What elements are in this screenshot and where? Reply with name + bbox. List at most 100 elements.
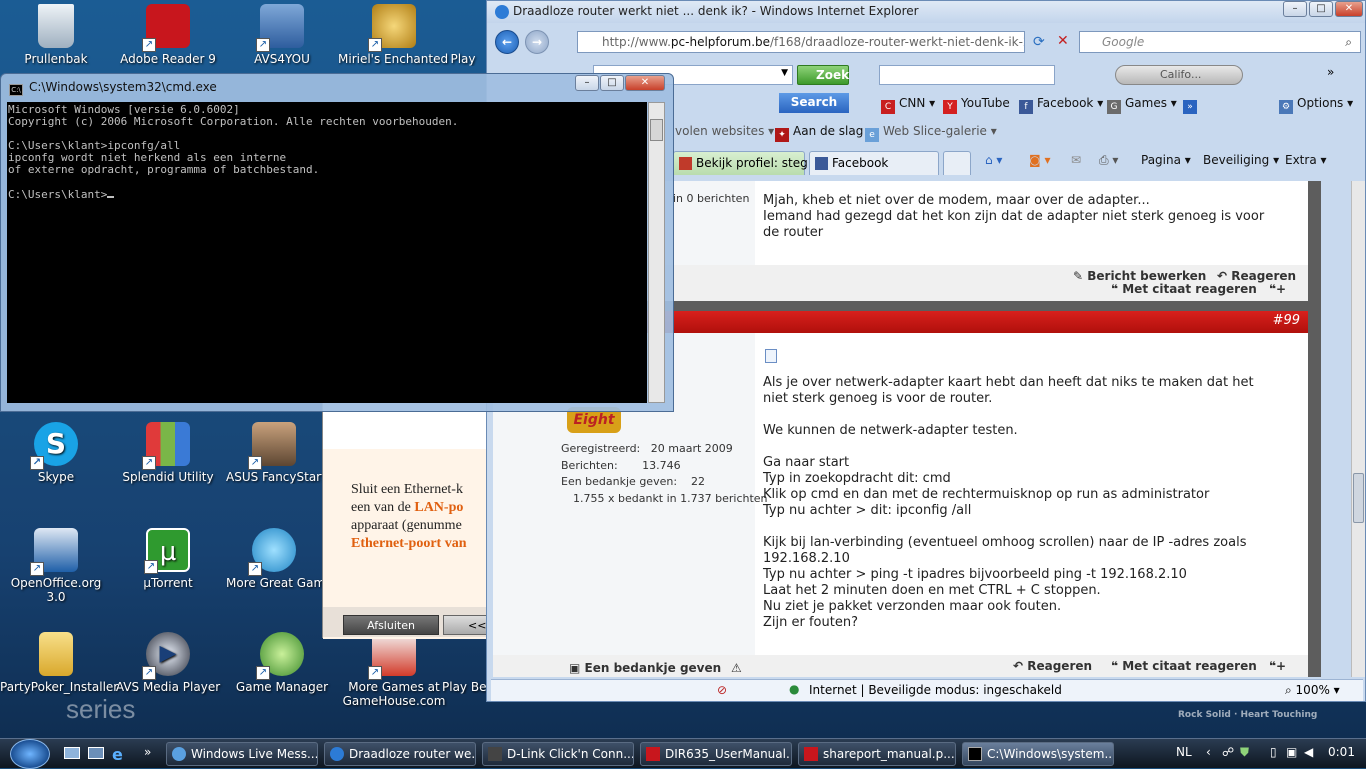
cmd-scrollbar[interactable] — [648, 102, 665, 403]
start-button[interactable] — [10, 739, 50, 769]
desktop-icon-skype[interactable]: S ↗ Skype — [0, 422, 112, 484]
page-menu[interactable]: Pagina ▾ — [1141, 153, 1191, 167]
display-icon[interactable]: ▣ — [1286, 745, 1297, 759]
cmd-icon — [968, 747, 982, 761]
show-desktop-icon[interactable] — [64, 747, 80, 759]
new-tab-button[interactable] — [943, 151, 971, 175]
desktop-icon-gamehouse[interactable]: ↗ More Games at GameHouse.com — [338, 632, 450, 710]
fav-web-slice[interactable]: e Web Slice-galerie ▾ — [865, 124, 997, 142]
fav-aan-de-slag[interactable]: ✦ Aan de slag — [775, 124, 863, 142]
post-99-userinfo: Geregistreerd: 20 maart 2009 Berichten: … — [561, 442, 768, 505]
search-icon[interactable]: ⌕ — [1345, 32, 1352, 52]
skype-icon: S ↗ — [30, 422, 78, 470]
language-indicator[interactable]: NL — [1176, 745, 1192, 759]
page-scrollbar[interactable] — [1351, 181, 1365, 677]
shield-tray-icon[interactable]: ⛊ — [1240, 745, 1249, 760]
taskbar-ie[interactable]: Draadloze router we... — [324, 742, 476, 766]
desktop-icon-game-manager[interactable]: ↗ Game Manager — [226, 632, 338, 694]
tab-profile[interactable]: Bekijk profiel: steg... — [673, 151, 819, 175]
folder-icon — [39, 632, 73, 676]
mail-icon[interactable]: ✉ — [1071, 153, 1081, 167]
ie-quicklaunch-icon[interactable]: e — [112, 745, 123, 764]
minimize-button[interactable]: – — [1283, 1, 1307, 17]
rss-icon[interactable]: ◙ ▾ — [1029, 153, 1050, 167]
clock[interactable]: 0:01 — [1328, 745, 1355, 759]
tools-menu[interactable]: Extra ▾ — [1285, 153, 1327, 167]
fancystart-icon: ↗ — [248, 422, 296, 470]
security-menu[interactable]: Beveiliging ▾ — [1203, 153, 1279, 167]
edit-post-button[interactable]: ✎ Bericht bewerken — [1073, 269, 1206, 283]
desktop-icon-more-great-games[interactable]: ↗ More Great Games — [226, 528, 322, 590]
taskbar-cmd[interactable]: C:\Windows\system... — [962, 742, 1114, 766]
report-icon[interactable]: ⚠ — [731, 661, 742, 675]
adobe-reader-icon: ↗ — [142, 4, 190, 52]
fav-suggested-sites[interactable]: volen websites ▾ — [675, 124, 774, 138]
desktop-icon-adobe-reader[interactable]: ↗ Adobe Reader 9 — [112, 4, 224, 66]
desktop-icon-avs-media-player[interactable]: ▶ ↗ AVS Media Player — [112, 632, 224, 694]
desktop-icon-splendid[interactable]: ↗ Splendid Utility — [112, 422, 224, 484]
favorites-bar: volen websites ▾ ✦ Aan de slag e Web Slice… — [667, 121, 1361, 143]
stop-icon[interactable]: ✕ — [1057, 33, 1069, 49]
taskbar-dlink[interactable]: D-Link Click'n Conn... — [482, 742, 634, 766]
tray-expand-icon[interactable]: ‹ — [1206, 745, 1211, 759]
volume-icon[interactable]: ◀ — [1304, 745, 1313, 759]
quote-reply-button-99[interactable]: ❝ Met citaat reageren — [1111, 659, 1257, 673]
reply-button[interactable]: ↶ Reageren — [1217, 269, 1296, 283]
taskbar-shareport-pdf[interactable]: shareport_manual.p... — [798, 742, 956, 766]
more-links-button[interactable]: » — [1183, 96, 1201, 114]
refresh-icon[interactable]: ⟳ — [1033, 34, 1045, 50]
close-setup-button[interactable]: Afsluiten — [343, 615, 439, 635]
desktop-icon-utorrent[interactable]: µ ↗ µTorrent — [112, 528, 224, 590]
openoffice-icon: ↗ — [30, 528, 78, 576]
battery-icon[interactable]: ▯ — [1270, 745, 1277, 759]
forward-button[interactable]: → — [525, 30, 549, 54]
zoek-button[interactable]: Zoek — [797, 65, 849, 85]
thanks-button[interactable]: ▣ Een bedankje geven — [569, 661, 721, 675]
link-cnn[interactable]: C CNN ▾ — [881, 96, 935, 114]
multiquote-icon[interactable]: ❝+ — [1269, 282, 1286, 296]
link-youtube[interactable]: Y YouTube — [943, 96, 1010, 114]
reply-button-99[interactable]: ↶ Reageren — [1013, 659, 1092, 673]
search-input[interactable]: Google ⌕ — [1079, 31, 1361, 53]
forum-icon — [679, 157, 692, 170]
maximize-button[interactable]: □ — [1309, 1, 1333, 17]
close-button[interactable]: ✕ — [1335, 1, 1363, 17]
splendid-icon: ↗ — [142, 422, 190, 470]
desktop-icon-fancystart[interactable]: ↗ ASUS FancyStart — [226, 422, 322, 484]
desktop-icon-openoffice[interactable]: ↗ OpenOffice.org 3.0 — [0, 528, 112, 604]
cmd-maximize-button[interactable]: □ — [600, 75, 624, 91]
network-icon[interactable]: ☍ — [1222, 745, 1234, 759]
desktop-icon-play[interactable]: Play — [440, 4, 486, 66]
chevron-right-icon[interactable]: » — [144, 745, 151, 759]
desktop-icon-partypoker[interactable]: PartyPoker_Installer — [0, 632, 118, 694]
taskbar-messenger[interactable]: Windows Live Mess... — [166, 742, 318, 766]
zoom-control[interactable]: ⌕ 100% ▾ — [1285, 683, 1340, 698]
multiquote-icon-99[interactable]: ❝+ — [1269, 659, 1286, 673]
harp-icon: ↗ — [368, 4, 416, 52]
cmd-close-button[interactable]: ✕ — [625, 75, 665, 91]
options-button[interactable]: ⚙ Options ▾ — [1279, 96, 1353, 114]
taskbar-dir635-pdf[interactable]: DIR635_UserManual.... — [640, 742, 792, 766]
desktop-icon-bermuda[interactable]: Play Bermuda Triangle — [442, 632, 486, 694]
cmd-minimize-button[interactable]: – — [575, 75, 599, 91]
tab-facebook[interactable]: Facebook — [809, 151, 939, 175]
desktop-icon-avs4you[interactable]: ↗ AVS4YOU Software Navigator — [226, 4, 338, 66]
url-input[interactable]: http://www.pc-helpforum.be/f168/draadloz… — [577, 31, 1025, 53]
chevron-right-icon[interactable]: » — [1327, 65, 1334, 79]
media-player-control[interactable]: Califo... — [1115, 65, 1243, 85]
switch-windows-icon[interactable] — [88, 747, 104, 759]
print-icon[interactable]: ⎙ ▾ — [1099, 153, 1118, 168]
link-games[interactable]: G Games ▾ — [1107, 96, 1177, 114]
desktop-icon-recycle-bin[interactable]: Prullenbak — [0, 4, 112, 66]
quote-reply-button[interactable]: ❝ Met citaat reageren — [1111, 282, 1257, 296]
cmd-console[interactable]: Microsoft Windows [versie 6.0.6002] Copy… — [7, 102, 647, 403]
toolbar-search-input[interactable] — [879, 65, 1055, 85]
back-button[interactable]: ← — [495, 30, 519, 54]
link-facebook[interactable]: f Facebook ▾ — [1019, 96, 1103, 114]
youtube-icon: Y — [943, 100, 957, 114]
home-icon[interactable]: ⌂ ▾ — [985, 153, 1002, 167]
aan-de-slag-icon: ✦ — [775, 128, 789, 142]
links-search-button[interactable]: Search — [779, 93, 849, 113]
security-icon: ⊘ — [717, 683, 728, 697]
desktop-icon-miriel[interactable]: ↗ Miriel's Enchanted Mysteries — [338, 4, 450, 66]
